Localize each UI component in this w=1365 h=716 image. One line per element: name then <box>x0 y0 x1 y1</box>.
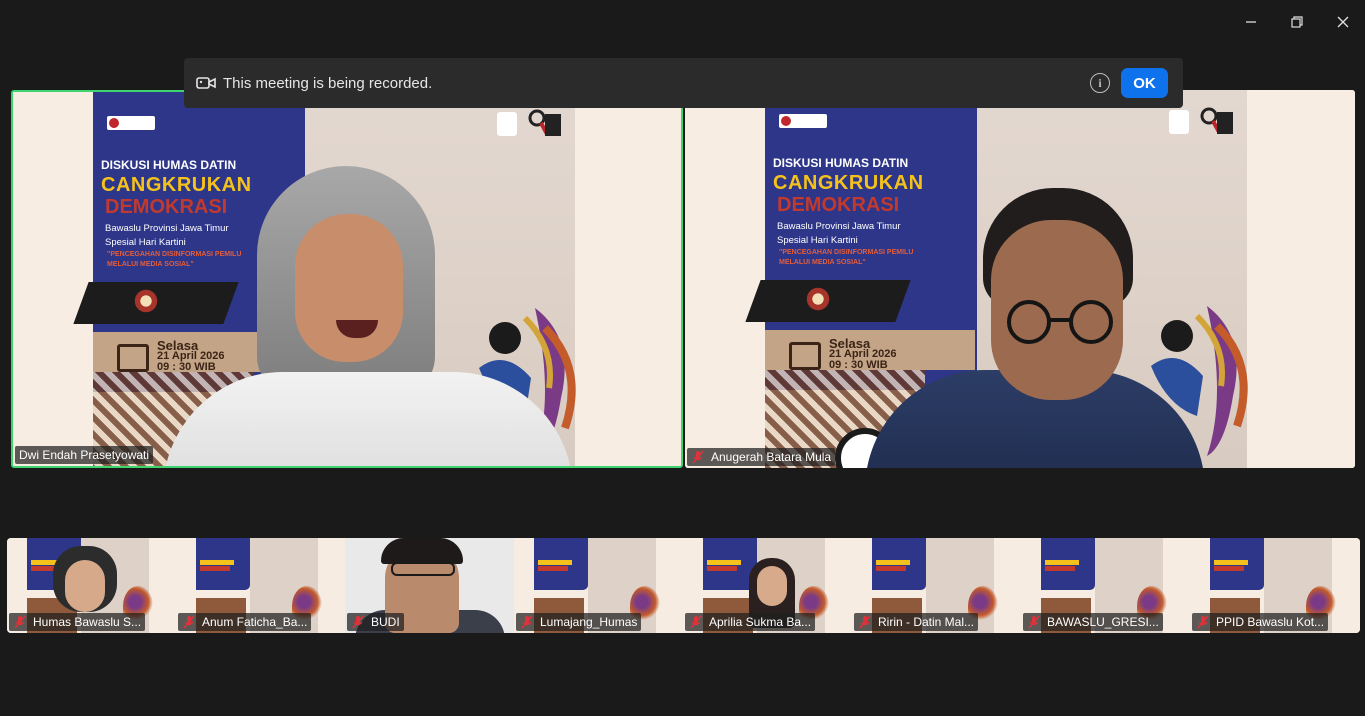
participant-thumbnail[interactable]: Lumajang_Humas <box>514 538 683 633</box>
participant-name-label: Humas Bawaslu S... <box>9 613 146 631</box>
poster-line3: DEMOKRASI <box>777 194 900 216</box>
flower-decoration <box>805 286 831 312</box>
participant-thumbnail-strip: Humas Bawaslu S... Anum Faticha_Ba... BU… <box>7 538 1360 633</box>
participant-name-label: PPID Bawaslu Kot... <box>1192 613 1329 631</box>
participant-thumbnail[interactable]: Aprilia Sukma Ba... <box>683 538 852 633</box>
participant-name-label: Lumajang_Humas <box>516 613 642 631</box>
poster-theme: "PENCEGAHAN DISINFORMASI PEMILU MELALUI M… <box>779 249 914 266</box>
speaker-tile[interactable]: DISKUSI HUMAS DATIN CANGKRUKAN DEMOKRASI… <box>685 90 1355 468</box>
muted-mic-icon <box>1197 615 1209 629</box>
muted-mic-icon <box>14 615 26 629</box>
speaker-tile-active[interactable]: DISKUSI HUMAS DATIN CANGKRUKAN DEMOKRASI… <box>11 90 683 468</box>
participant-name-label: Ririn - Datin Mal... <box>854 613 979 631</box>
close-button[interactable] <box>1328 8 1358 36</box>
minimize-button[interactable] <box>1236 8 1266 36</box>
muted-mic-icon <box>1028 615 1040 629</box>
participant-name-label: Anugerah Batara Mula <box>687 448 836 466</box>
ok-button[interactable]: OK <box>1121 68 1168 98</box>
partner-logo <box>1169 110 1189 134</box>
muted-mic-icon <box>352 615 364 629</box>
participant-name-label: Anum Faticha_Ba... <box>178 613 312 631</box>
awasi-bersama-logo <box>1200 107 1233 134</box>
recording-message: This meeting is being recorded. <box>223 74 433 92</box>
participant-thumbnail[interactable]: Anum Faticha_Ba... <box>176 538 345 633</box>
flower-decoration <box>133 288 159 314</box>
restore-button[interactable] <box>1282 8 1312 36</box>
bawaslu-logo <box>779 114 827 128</box>
participant-thumbnail[interactable]: PPID Bawaslu Kot... <box>1190 538 1360 633</box>
poster-subtitle: Bawaslu Provinsi Jawa Timur Spesial Hari … <box>777 221 901 246</box>
poster-line3: DEMOKRASI <box>105 196 228 218</box>
calendar-icon <box>117 344 149 372</box>
participant-name-label: Dwi Endah Prasetyowati <box>15 446 154 464</box>
participant-name-label: BAWASLU_GRESI... <box>1023 613 1163 631</box>
poster-date: Selasa 21 April 2026 09 : 30 WIB <box>829 336 897 371</box>
poster-line1: DISKUSI HUMAS DATIN <box>773 156 909 170</box>
muted-mic-icon <box>692 450 704 464</box>
info-icon[interactable]: i <box>1090 73 1110 93</box>
participant-thumbnail[interactable]: Humas Bawaslu S... <box>7 538 176 633</box>
participant-thumbnail[interactable]: BUDI <box>345 538 514 633</box>
muted-mic-icon <box>690 615 702 629</box>
muted-mic-icon <box>183 615 195 629</box>
participant-thumbnail[interactable]: Ririn - Datin Mal... <box>852 538 1021 633</box>
awasi-bersama-logo <box>528 109 561 136</box>
glasses <box>1007 300 1113 344</box>
poster-subtitle: Bawaslu Provinsi Jawa Timur Spesial Hari … <box>105 223 229 248</box>
poster-theme: "PENCEGAHAN DISINFORMASI PEMILU MELALUI M… <box>107 251 242 268</box>
muted-mic-icon <box>859 615 871 629</box>
poster-date: Selasa 21 April 2026 09 : 30 WIB <box>157 338 225 373</box>
partner-logo <box>497 112 517 136</box>
calendar-icon <box>789 342 821 370</box>
participant-name-label: BUDI <box>347 613 404 631</box>
poster-line2: CANGKRUKAN <box>101 174 252 196</box>
close-icon <box>1337 16 1349 28</box>
participant-thumbnail[interactable]: BAWASLU_GRESI... <box>1021 538 1190 633</box>
minimize-icon <box>1246 21 1256 23</box>
zoom-meeting-window: DISKUSI HUMAS DATIN CANGKRUKAN DEMOKRASI… <box>0 0 1365 716</box>
recording-notice-banner: This meeting is being recorded. i OK <box>184 58 1183 108</box>
bawaslu-logo <box>107 116 155 130</box>
muted-mic-icon <box>521 615 533 629</box>
video-camera-icon <box>196 75 216 91</box>
participant-name-label: Aprilia Sukma Ba... <box>685 613 816 631</box>
poster-line2: CANGKRUKAN <box>773 172 924 194</box>
restore-icon <box>1291 16 1303 28</box>
poster-line1: DISKUSI HUMAS DATIN <box>101 158 237 172</box>
